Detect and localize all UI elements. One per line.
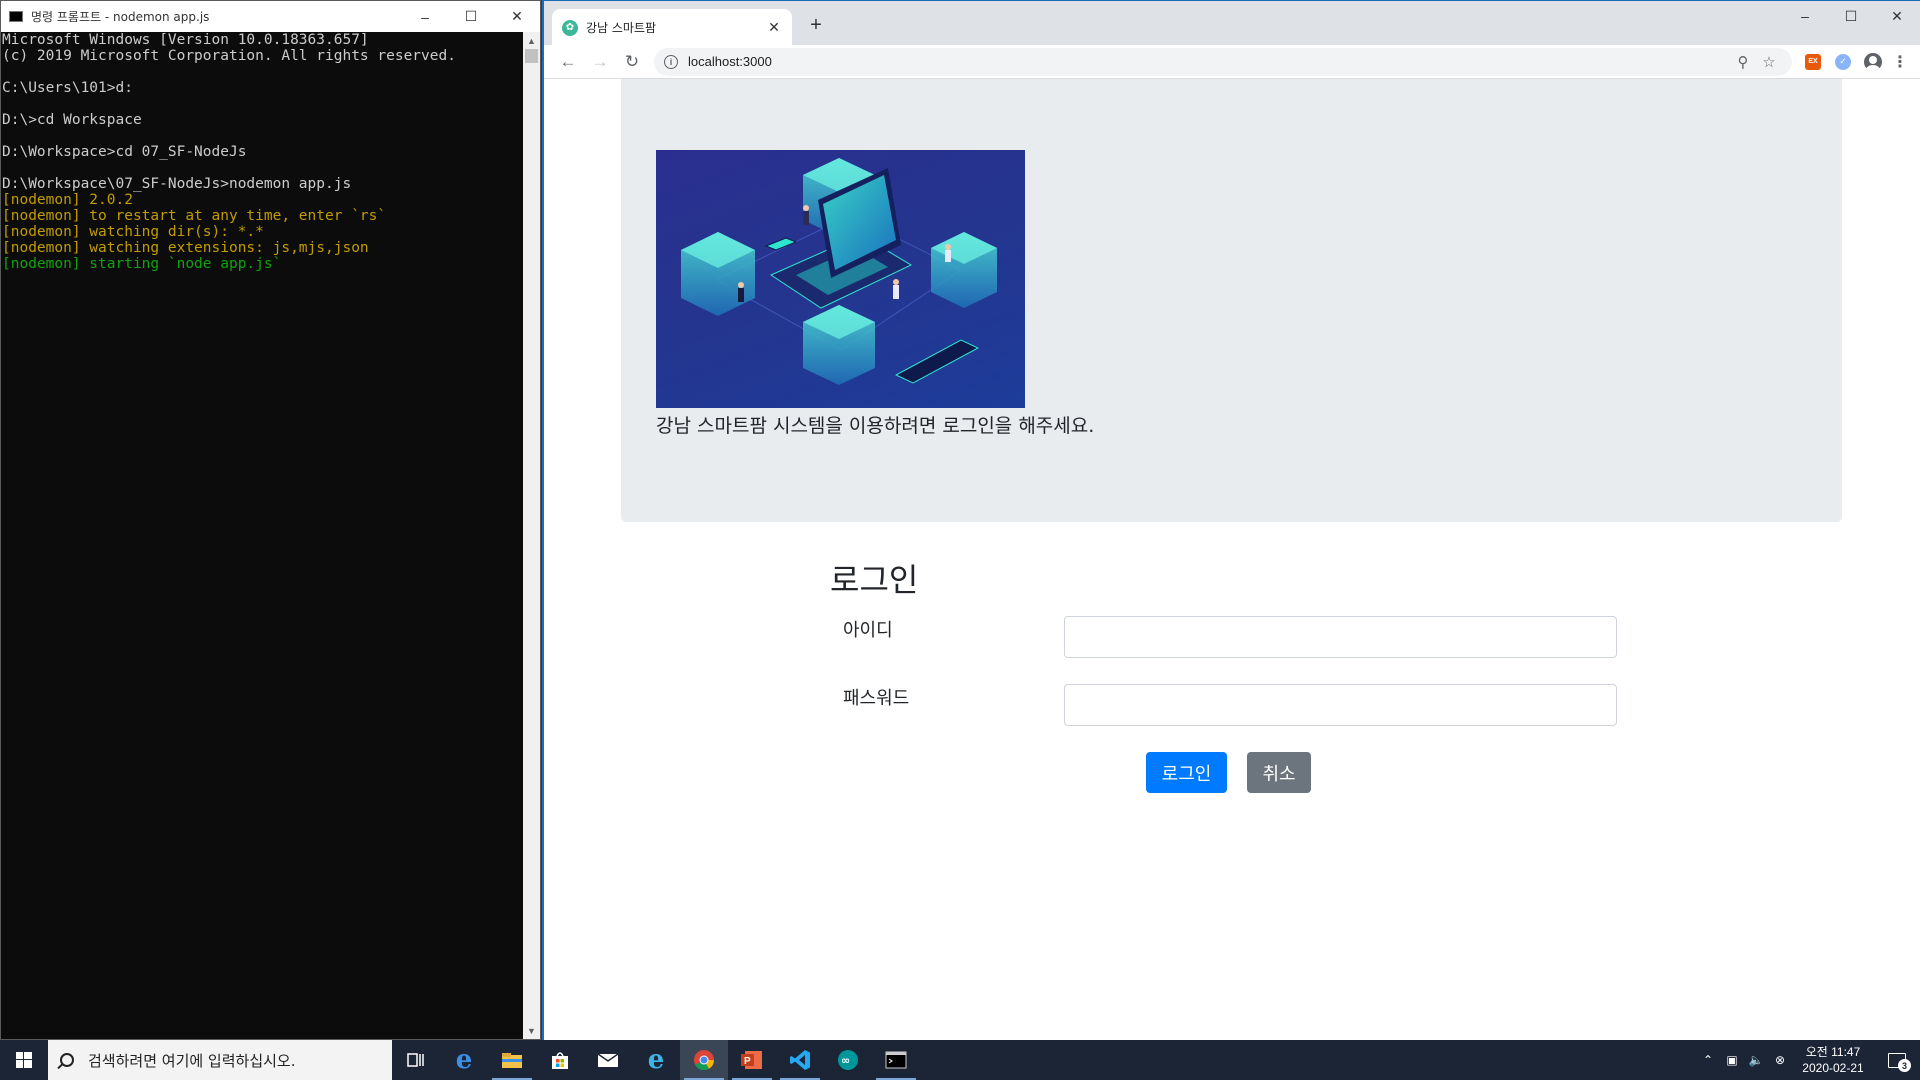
command-prompt-icon[interactable] [872, 1040, 920, 1080]
close-icon[interactable]: ✕ [494, 1, 540, 32]
extension-blue-icon[interactable]: ✓ [1828, 48, 1858, 76]
close-icon[interactable]: ✕ [1874, 1, 1920, 31]
windows-start-icon[interactable] [0, 1040, 48, 1080]
password-label: 패스워드 [843, 688, 910, 709]
svg-text:P: P [744, 1056, 751, 1067]
profile-avatar-icon[interactable] [1858, 48, 1888, 76]
url-text[interactable]: localhost:3000 [688, 54, 1730, 69]
scroll-up-icon[interactable]: ▲ [523, 32, 540, 49]
powerpoint-icon[interactable]: P [728, 1040, 776, 1080]
cmd-output-line: D:\Workspace\07_SF-NodeJs>nodemon app.js [2, 176, 352, 192]
status-x-icon[interactable]: ⊗ [1768, 1053, 1792, 1067]
cmd-output-line: [nodemon] watching dir(s): *.* [2, 224, 264, 240]
cmd-app-icon [9, 11, 23, 22]
forward-arrow-icon[interactable]: → [584, 48, 616, 76]
id-input[interactable] [1064, 616, 1617, 658]
search-icon [60, 1053, 74, 1067]
tab-active[interactable]: ✿ 강남 스마트팜 ✕ [552, 9, 792, 46]
scroll-down-icon[interactable]: ▼ [523, 1022, 540, 1039]
chevron-up-icon[interactable]: ⌃ [1696, 1053, 1720, 1067]
vscode-icon[interactable] [776, 1040, 824, 1080]
taskbar: 검색하려면 여기에 입력하십시오. e e P ∞ ⌃ ▣ 🔈 ⊗ 오전 11:… [0, 1040, 1920, 1080]
jumbotron: 강남 스마트팜 시스템을 이용하려면 로그인을 해주세요. [621, 79, 1842, 522]
clock[interactable]: 오전 11:47 2020-02-21 [1792, 1044, 1874, 1076]
task-view-icon[interactable] [392, 1040, 440, 1080]
cmd-output-line: [nodemon] watching extensions: js,mjs,js… [2, 240, 369, 256]
taskbar-search-box[interactable]: 검색하려면 여기에 입력하십시오. [48, 1040, 392, 1080]
cancel-button[interactable]: 취소 [1247, 752, 1311, 793]
volume-muted-icon[interactable]: 🔈 [1744, 1053, 1768, 1067]
clock-time: 오전 11:47 [1805, 1045, 1861, 1059]
login-heading: 로그인 [830, 561, 919, 599]
zoom-icon[interactable]: ⚲ [1730, 53, 1756, 71]
chrome-window: ✿ 강남 스마트팜 ✕ + – ☐ ✕ ← → ↻ i localhost:30… [542, 0, 1920, 1040]
cmd-output-line [2, 96, 523, 112]
cmd-output-line [2, 160, 523, 176]
cmd-output-line: [nodemon] 2.0.2 [2, 192, 133, 208]
back-arrow-icon[interactable]: ← [552, 48, 584, 76]
tab-strip: ✿ 강남 스마트팜 ✕ + – ☐ ✕ [544, 0, 1920, 46]
maximize-icon[interactable]: ☐ [1828, 1, 1874, 31]
cmd-output[interactable]: Microsoft Windows [Version 10.0.18363.65… [1, 32, 523, 1039]
command-prompt-window[interactable]: 명령 프롬프트 - nodemon app.js – ☐ ✕ Microsoft… [0, 0, 541, 1040]
cmd-output-line: [nodemon] to restart at any time, enter … [2, 208, 387, 224]
leaf-favicon-icon: ✿ [562, 19, 578, 36]
chrome-icon[interactable] [680, 1040, 728, 1080]
maximize-icon[interactable]: ☐ [448, 1, 494, 32]
cmd-output-line [2, 64, 523, 80]
cmd-output-line: [nodemon] starting `node app.js` [2, 256, 282, 272]
clock-date: 2020-02-21 [1802, 1061, 1864, 1075]
menu-dots-icon[interactable]: ⋮ [1888, 52, 1912, 72]
password-input[interactable] [1064, 684, 1617, 726]
network-icon[interactable]: ▣ [1720, 1053, 1744, 1067]
tab-title: 강남 스마트팜 [586, 21, 657, 35]
search-placeholder: 검색하려면 여기에 입력하십시오. [88, 1051, 296, 1070]
browser-toolbar: ← → ↻ i localhost:3000 ⚲ ☆ EX ✓ ⋮ [544, 45, 1920, 79]
system-tray: ⌃ ▣ 🔈 ⊗ 오전 11:47 2020-02-21 3 [1696, 1040, 1920, 1080]
minimize-icon[interactable]: – [402, 1, 448, 32]
login-button[interactable]: 로그인 [1146, 752, 1227, 793]
cmd-output-line [2, 128, 523, 144]
id-label: 아이디 [843, 620, 893, 641]
minimize-icon[interactable]: – [1782, 1, 1828, 31]
cmd-output-line: (c) 2019 Microsoft Corporation. All righ… [2, 48, 456, 64]
tab-close-icon[interactable]: ✕ [766, 19, 782, 36]
cmd-output-line: D:\>cd Workspace [2, 112, 142, 128]
new-tab-button[interactable]: + [802, 14, 830, 37]
cmd-scrollbar[interactable]: ▲ ▼ [523, 32, 540, 1039]
edge-icon[interactable]: e [440, 1040, 488, 1080]
lead-text: 강남 스마트팜 시스템을 이용하려면 로그인을 해주세요. [656, 415, 1095, 437]
info-icon[interactable]: i [664, 54, 678, 69]
mail-icon[interactable] [584, 1040, 632, 1080]
notification-count-badge: 3 [1898, 1059, 1911, 1072]
window-controls: – ☐ ✕ [1782, 1, 1920, 31]
cmd-output-line: C:\Users\101>d: [2, 80, 133, 96]
internet-explorer-icon[interactable]: e [632, 1040, 680, 1080]
cmd-window-title: 명령 프롬프트 - nodemon app.js [31, 10, 210, 24]
extension-red-icon[interactable]: EX [1798, 48, 1828, 76]
bookmark-star-icon[interactable]: ☆ [1756, 53, 1782, 71]
cmd-output-line: Microsoft Windows [Version 10.0.18363.65… [2, 32, 369, 48]
cmd-output-line: D:\Workspace>cd 07_SF-NodeJs [2, 144, 247, 160]
arduino-icon[interactable]: ∞ [824, 1040, 872, 1080]
reload-icon[interactable]: ↻ [616, 48, 648, 76]
cmd-titlebar[interactable]: 명령 프롬프트 - nodemon app.js – ☐ ✕ [1, 1, 540, 32]
file-explorer-icon[interactable] [488, 1040, 536, 1080]
hero-isometric-laptop-image [656, 150, 1025, 408]
address-bar[interactable]: i localhost:3000 ⚲ ☆ [654, 47, 1792, 76]
svg-text:∞: ∞ [841, 1054, 850, 1067]
action-center-icon[interactable]: 3 [1874, 1040, 1920, 1080]
page-viewport: 강남 스마트팜 시스템을 이용하려면 로그인을 해주세요. 로그인 아이디 패스… [544, 79, 1920, 1040]
store-icon[interactable] [536, 1040, 584, 1080]
scroll-thumb[interactable] [525, 49, 538, 63]
